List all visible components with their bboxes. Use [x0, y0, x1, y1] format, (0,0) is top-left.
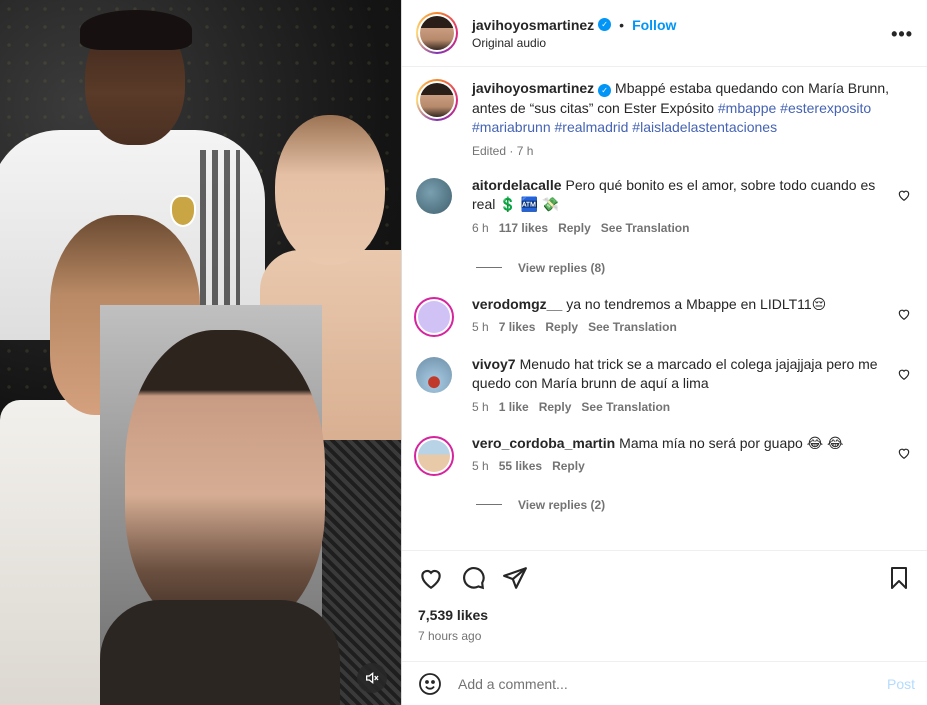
comment-text: ya no tendremos a Mbappe en LIDLT11😔	[566, 295, 827, 312]
like-comment-icon[interactable]	[897, 446, 911, 460]
replies-divider	[476, 267, 502, 268]
post-header: javihoyosmartinez ✓ • Follow Original au…	[402, 0, 927, 67]
reply-button[interactable]: Reply	[545, 320, 578, 334]
post-video[interactable]	[0, 0, 401, 705]
verified-badge-icon: ✓	[598, 18, 612, 31]
commenter-avatar[interactable]	[414, 296, 454, 337]
comment-item: vivoy7 Menudo hat trick se a marcado el c…	[416, 355, 911, 414]
view-replies-label: View replies (2)	[518, 497, 606, 512]
mute-button[interactable]	[357, 663, 387, 693]
commenter-username[interactable]: vivoy7	[472, 356, 516, 372]
commenter-username[interactable]: vero_cordoba_martin	[472, 435, 615, 451]
author-photo	[420, 16, 454, 50]
translate-button[interactable]: See Translation	[588, 320, 677, 334]
save-bookmark-icon[interactable]	[887, 565, 911, 591]
comment-likes[interactable]: 7 likes	[499, 320, 536, 334]
audio-link[interactable]: Original audio	[472, 36, 676, 50]
verified-badge-icon: ✓	[598, 84, 612, 98]
club-crest	[170, 195, 196, 227]
commenter-username[interactable]: verodomgz__	[472, 296, 562, 312]
post-comment-button[interactable]: Post	[887, 676, 915, 692]
separator: •	[619, 16, 625, 33]
speaker-muted-icon	[366, 671, 379, 685]
commenter-avatar[interactable]	[416, 356, 452, 393]
like-comment-icon[interactable]	[897, 188, 911, 202]
like-comment-icon[interactable]	[897, 307, 911, 321]
likes-count[interactable]: 7,539 likes	[418, 607, 911, 623]
view-replies-button[interactable]: View replies (2)	[476, 498, 911, 512]
jersey-stripes	[200, 150, 240, 310]
caption: javihoyosmartinez ✓ Mbappé estaba quedand…	[416, 79, 911, 158]
comment-time: 5 h	[472, 459, 489, 473]
view-replies-label: View replies (8)	[518, 260, 606, 275]
comment-icon[interactable]	[460, 565, 486, 591]
commenter-username[interactable]: aitordelacalle	[472, 177, 562, 193]
commenter-avatar[interactable]	[416, 177, 452, 214]
view-replies-button[interactable]: View replies (8)	[476, 261, 911, 275]
player-hair	[80, 10, 192, 50]
comment-likes[interactable]: 1 like	[499, 400, 529, 414]
reply-button[interactable]: Reply	[558, 221, 591, 235]
reply-button[interactable]: Reply	[539, 400, 572, 414]
comment-item: verodomgz__ ya no tendremos a Mbappe en L…	[414, 295, 911, 337]
post-panel: javihoyosmartinez ✓ • Follow Original au…	[401, 0, 927, 705]
emoji-icon[interactable]	[418, 672, 442, 696]
comments-list[interactable]: javihoyosmartinez ✓ Mbappé estaba quedand…	[402, 67, 927, 550]
comment-likes[interactable]: 117 likes	[499, 221, 548, 235]
caption-author-photo	[420, 83, 454, 117]
comment-text: Menudo hat trick se a marcado el colega …	[472, 355, 878, 392]
comment-likes[interactable]: 55 likes	[499, 459, 542, 473]
comment-item: aitordelacalle Pero qué bonito es el amor…	[416, 176, 911, 235]
comment-item: vero_cordoba_martin Mama mía no será por …	[414, 434, 911, 476]
commenter-avatar[interactable]	[414, 435, 454, 476]
more-options-icon[interactable]: •••	[891, 24, 913, 45]
caption-avatar[interactable]	[416, 79, 458, 121]
woman-right-face	[275, 115, 385, 265]
share-icon[interactable]	[502, 565, 528, 591]
follow-button[interactable]: Follow	[632, 17, 676, 33]
replies-divider	[476, 504, 502, 505]
comment-time: 5 h	[472, 320, 489, 334]
translate-button[interactable]: See Translation	[581, 400, 670, 414]
caption-meta: Edited · 7 h	[472, 143, 534, 158]
reply-button[interactable]: Reply	[552, 459, 585, 473]
presenter-face	[125, 330, 325, 630]
caption-username[interactable]: javihoyosmartinez	[472, 80, 594, 96]
comment-composer: Post	[402, 661, 927, 705]
post-timestamp: 7 hours ago	[418, 629, 482, 643]
like-icon[interactable]	[418, 565, 444, 591]
comment-time: 6 h	[472, 220, 489, 235]
author-avatar[interactable]	[416, 12, 458, 54]
post-actions: 7,539 likes 7 hours ago	[402, 550, 927, 661]
like-comment-icon[interactable]	[897, 367, 911, 381]
presenter-sweater	[100, 600, 340, 705]
author-username[interactable]: javihoyosmartinez	[472, 17, 594, 33]
post-viewer: javihoyosmartinez ✓ • Follow Original au…	[0, 0, 927, 705]
comment-text: Mama mía no será por guapo 😂 😂	[619, 434, 844, 451]
translate-button[interactable]: See Translation	[601, 221, 690, 235]
comment-time: 5 h	[472, 399, 489, 414]
scroll-fade	[402, 538, 927, 550]
comment-input[interactable]	[458, 675, 887, 692]
